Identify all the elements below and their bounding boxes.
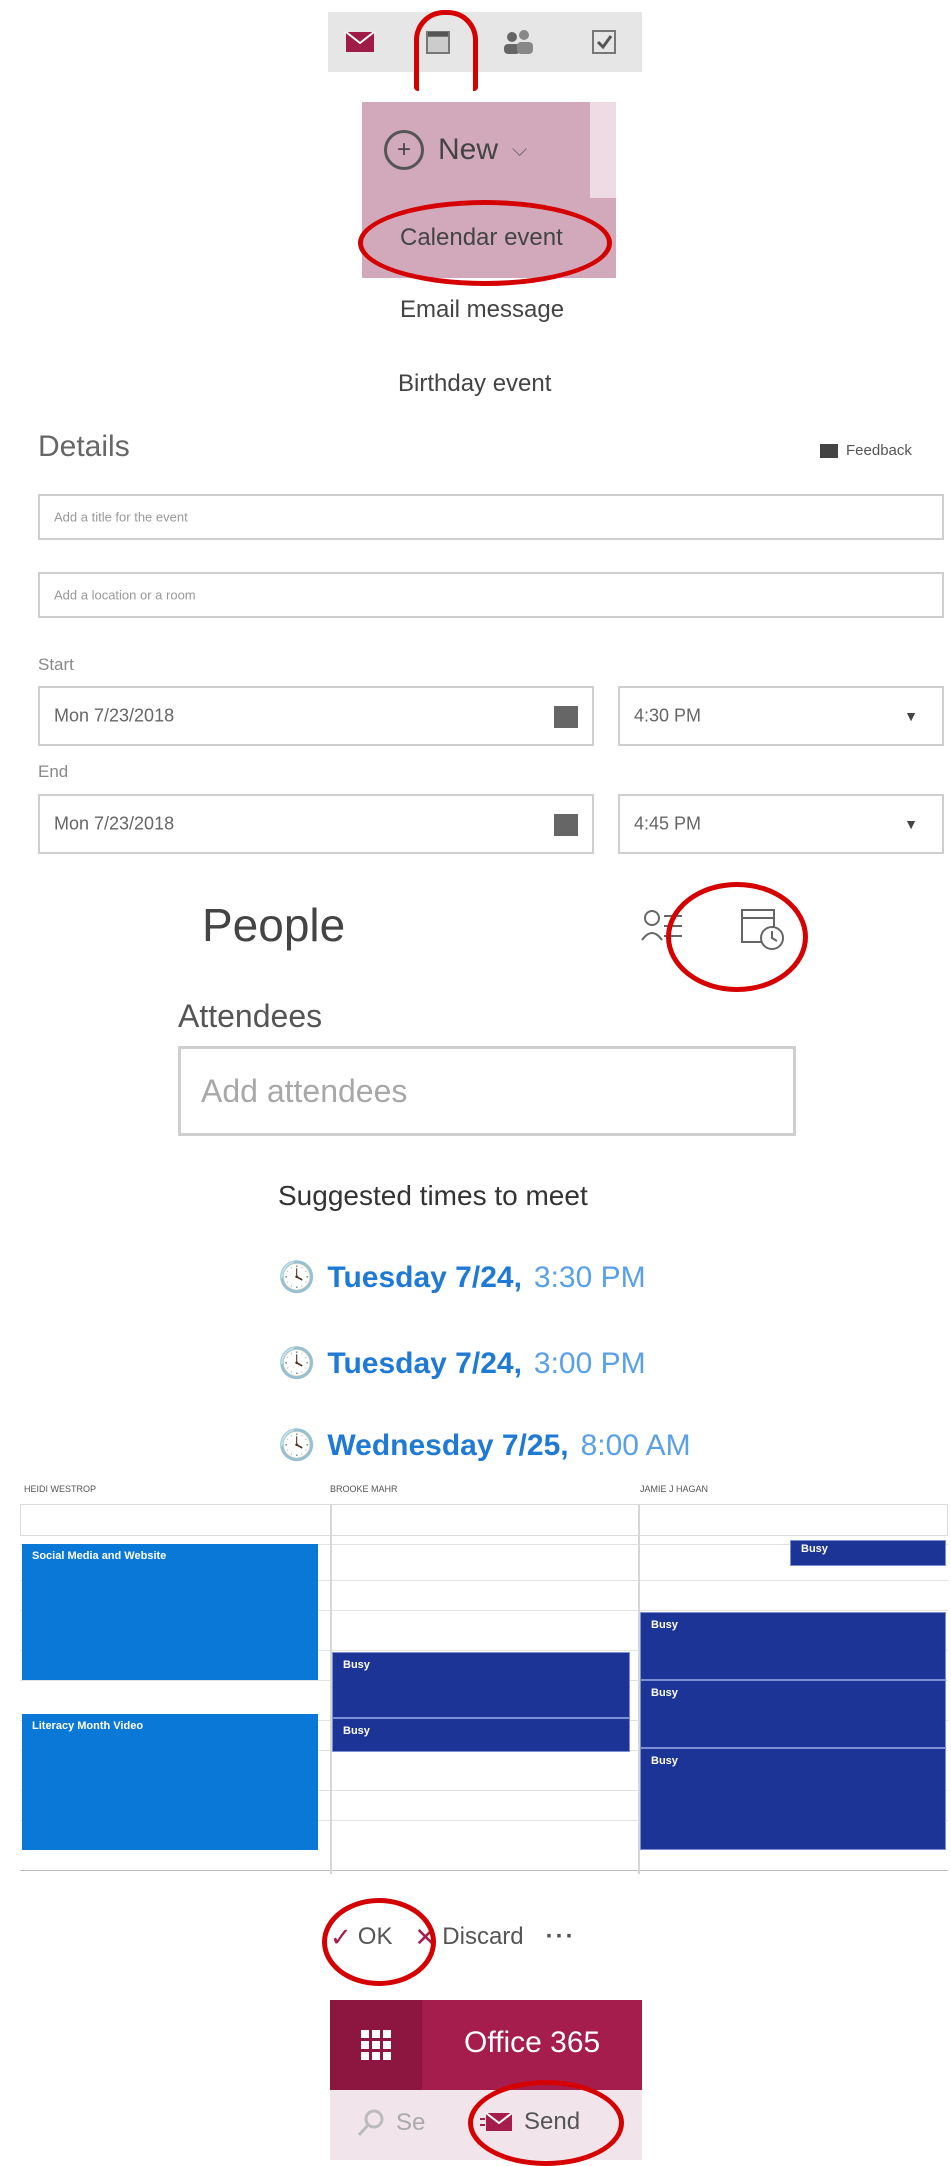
menu-item-email-message[interactable]: Email message <box>400 296 564 324</box>
clock-icon: 🕓 <box>278 1429 316 1462</box>
ok-label: OK <box>357 1923 393 1950</box>
start-time-select[interactable]: 4:30 PM ▼ <box>618 686 944 746</box>
end-date-field[interactable]: Mon 7/23/2018 <box>38 794 594 854</box>
compose-toolbar: Se Send <box>330 2090 642 2160</box>
annotation-circle <box>666 882 808 992</box>
new-button-label: New <box>438 133 499 166</box>
suggested-time-option[interactable]: 🕓 Wednesday 7/25, 8:00 AM <box>278 1428 691 1463</box>
calendar-picker-icon[interactable] <box>554 706 578 728</box>
grid-line <box>20 1870 948 1871</box>
column-header: JAMIE J HAGAN <box>640 1484 709 1494</box>
search-icon <box>357 2109 384 2137</box>
attendees-label: Attendees <box>178 998 323 1034</box>
start-date-value: Mon 7/23/2018 <box>54 705 175 726</box>
suggested-time-option[interactable]: 🕓 Tuesday 7/24, 3:00 PM <box>278 1346 646 1381</box>
search-label: Se <box>396 2109 426 2136</box>
menu-item-calendar-event[interactable]: Calendar event <box>400 224 563 252</box>
location-input[interactable]: Add a location or a room <box>38 572 944 618</box>
calendar-event[interactable]: Literacy Month Video <box>22 1714 318 1850</box>
tasks-icon[interactable] <box>584 22 624 62</box>
send-icon <box>480 2112 513 2131</box>
column-header: BROOKE MAHR <box>330 1484 398 1494</box>
end-time-select[interactable]: 4:45 PM ▼ <box>618 794 944 854</box>
app-launcher-icon[interactable] <box>330 2000 422 2090</box>
menu-item-birthday-event[interactable]: Birthday event <box>398 370 551 398</box>
event-title-input[interactable]: Add a title for the event <box>38 494 944 540</box>
event-title-placeholder: Add a title for the event <box>54 509 188 525</box>
calendar-picker-icon[interactable] <box>554 814 578 836</box>
plus-circle-icon: + <box>384 130 424 170</box>
chevron-down-icon: ⌵ <box>512 138 528 161</box>
dropdown-strip <box>590 102 616 198</box>
suggested-day: Tuesday 7/24, <box>327 1346 522 1380</box>
details-title: Details <box>38 430 130 463</box>
clock-icon: 🕓 <box>278 1347 316 1380</box>
start-time-value: 4:30 PM <box>634 705 702 726</box>
close-icon: ✕ <box>414 1921 437 1952</box>
discard-button[interactable]: ✕ Discard <box>414 1922 523 1953</box>
suggested-time: 3:00 PM <box>533 1346 646 1380</box>
new-button[interactable]: + New ⌵ <box>384 130 527 170</box>
office-header: Office 365 <box>330 2000 642 2090</box>
action-bar: ✓ OK ✕ Discard ··· <box>330 1912 576 1962</box>
ok-button[interactable]: ✓ OK <box>330 1922 392 1953</box>
start-date-field[interactable]: Mon 7/23/2018 <box>38 686 594 746</box>
start-label: Start <box>38 655 74 674</box>
send-button[interactable]: Send <box>480 2108 580 2136</box>
attendee-list-icon[interactable] <box>640 906 684 955</box>
busy-block[interactable]: Busy <box>332 1718 630 1752</box>
people-icon[interactable] <box>498 22 538 62</box>
location-placeholder: Add a location or a room <box>54 587 196 603</box>
feedback-label: Feedback <box>846 442 912 459</box>
attendees-placeholder: Add attendees <box>201 1073 408 1109</box>
suggested-day: Tuesday 7/24, <box>327 1260 522 1294</box>
chevron-down-icon: ▼ <box>904 708 918 724</box>
busy-block[interactable]: Busy <box>640 1612 946 1680</box>
scheduling-assistant-icon[interactable] <box>740 904 786 957</box>
search-box[interactable]: Se <box>356 2108 425 2138</box>
busy-block[interactable]: Busy <box>640 1680 946 1748</box>
feedback-link[interactable]: Feedback <box>820 442 912 459</box>
busy-block[interactable]: Busy <box>790 1540 946 1566</box>
office-brand: Office 365 <box>464 2026 601 2059</box>
mail-icon[interactable] <box>340 22 380 62</box>
clock-icon: 🕓 <box>278 1261 316 1294</box>
busy-block[interactable]: Busy <box>640 1748 946 1850</box>
more-options-button[interactable]: ··· <box>546 1923 576 1951</box>
end-label: End <box>38 762 69 781</box>
suggested-day: Wednesday 7/25, <box>327 1428 569 1462</box>
app-switcher-bar <box>328 12 642 72</box>
chevron-down-icon: ▼ <box>904 816 918 832</box>
suggested-time: 3:30 PM <box>533 1260 646 1294</box>
calendar-event[interactable]: Social Media and Website <box>22 1544 318 1680</box>
attendees-input[interactable]: Add attendees <box>178 1046 796 1136</box>
busy-block[interactable]: Busy <box>332 1652 630 1718</box>
suggested-time-option[interactable]: 🕓 Tuesday 7/24, 3:30 PM <box>278 1260 646 1295</box>
send-label: Send <box>524 2108 581 2135</box>
calendar-icon[interactable] <box>418 22 458 62</box>
suggested-time: 8:00 AM <box>580 1428 691 1462</box>
end-date-value: Mon 7/23/2018 <box>54 813 175 834</box>
end-time-value: 4:45 PM <box>634 813 702 834</box>
people-title: People <box>202 899 346 951</box>
discard-label: Discard <box>442 1923 524 1950</box>
suggested-times-title: Suggested times to meet <box>278 1180 588 1211</box>
new-dropdown: + New ⌵ Calendar event <box>362 102 616 278</box>
all-day-row <box>20 1504 948 1536</box>
schedule-grid: Social Media and Website Literacy Month … <box>20 1504 948 1874</box>
checkmark-icon: ✓ <box>330 1921 352 1952</box>
feedback-icon <box>820 443 838 458</box>
column-header: HEIDI WESTROP <box>24 1484 97 1494</box>
